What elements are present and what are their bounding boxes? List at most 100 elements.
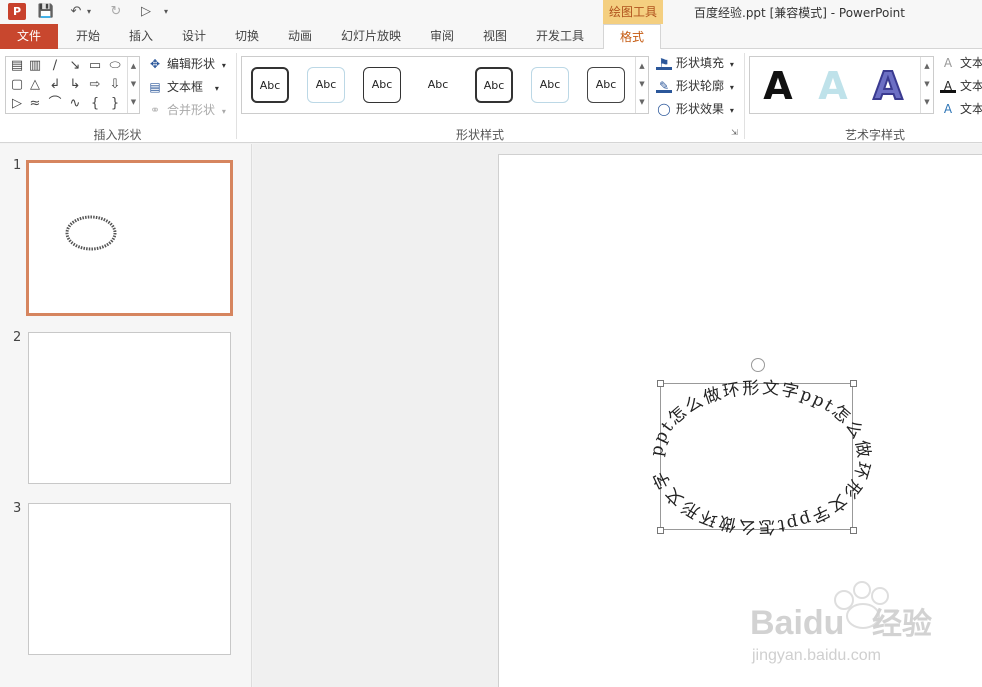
shapes-gallery[interactable]: ▤ ▥ ∕ ↘ ▭ ⬭ ▢ △ ↲ ↳ ⇨ ⇩ ▷ ≈ ⌒ ∿ { } ▲ ▼ …: [5, 56, 140, 114]
save-icon[interactable]: 💾: [36, 2, 56, 22]
text-fill-button[interactable]: A 文本: [940, 53, 982, 73]
start-slideshow-icon[interactable]: ▷: [136, 2, 156, 22]
wordart-styles-gallery[interactable]: A A A ▲ ▼ ▼: [749, 56, 934, 114]
scroll-up-icon[interactable]: ▲: [128, 57, 139, 75]
slide-thumbnail-2[interactable]: [28, 332, 231, 484]
undo-icon[interactable]: ↶: [66, 2, 86, 22]
text-outline-button[interactable]: A 文本: [940, 76, 982, 96]
undo-dropdown-icon[interactable]: ▾: [84, 2, 94, 22]
scroll-down-icon[interactable]: ▼: [128, 75, 139, 93]
scroll-down-icon[interactable]: ▼: [636, 75, 648, 93]
drawing-tools-context-label: 绘图工具: [603, 0, 663, 24]
freeform-shape-icon[interactable]: ▷: [8, 95, 26, 113]
scroll-down-icon[interactable]: ▼: [921, 75, 933, 93]
merge-shapes-icon: ⚭: [149, 103, 161, 117]
triangle-shape-icon[interactable]: △: [26, 76, 44, 94]
text-outline-icon: A: [940, 79, 956, 93]
gallery-more-icon[interactable]: ▼: [636, 93, 648, 111]
ribbon-tabs: 文件 开始 插入 设计 切换 动画 幻灯片放映 审阅 视图 开发工具 格式: [0, 24, 982, 50]
watermark-chinese-text: 经验: [872, 607, 932, 642]
text-fill-icon: A: [943, 56, 953, 70]
right-brace-shape-icon[interactable]: }: [106, 95, 124, 113]
edit-shape-icon: ✥: [149, 57, 161, 71]
watermark-url-text: jingyan.baidu.com: [751, 647, 881, 664]
tab-insert[interactable]: 插入: [116, 24, 166, 49]
rectangle-shape-icon[interactable]: ▭: [86, 57, 104, 75]
down-arrow-shape-icon[interactable]: ⇩: [106, 76, 124, 94]
baidu-jingyan-watermark: Baidu 经验 jingyan.baidu.com: [750, 581, 932, 664]
elbow-arrow-shape-icon[interactable]: ↳: [66, 76, 84, 94]
tab-home[interactable]: 开始: [62, 24, 114, 49]
powerpoint-logo-icon: P: [8, 3, 26, 20]
thumbnail-circular-text: [65, 215, 117, 251]
gallery-more-icon[interactable]: ▼: [921, 93, 933, 111]
left-brace-shape-icon[interactable]: {: [86, 95, 104, 113]
shape-style-preview[interactable]: Abc: [363, 67, 401, 103]
text-outline-label: 文本: [960, 79, 982, 93]
wordart-style-preview[interactable]: A: [758, 64, 798, 108]
tab-animations[interactable]: 动画: [276, 24, 324, 49]
slide-thumbnail-3[interactable]: [28, 503, 231, 655]
group-label-insert-shapes: 插入形状: [93, 128, 142, 142]
vertical-textbox-shape-icon[interactable]: ▥: [26, 57, 44, 75]
dialog-launcher-icon[interactable]: ⇲: [731, 128, 740, 137]
tab-developer[interactable]: 开发工具: [528, 24, 592, 49]
group-divider: [236, 53, 237, 139]
circular-text: ppt怎么做环形文字ppt怎么做环形文字ppt怎么做环形文字: [647, 378, 874, 537]
shape-styles-gallery[interactable]: Abc Abc Abc Abc Abc Abc Abc ▲ ▼ ▼: [241, 56, 649, 114]
svg-text:ppt怎么做环形文字ppt怎么做环形文字ppt怎么做环形文字: ppt怎么做环形文字ppt怎么做环形文字ppt怎么做环形文字: [647, 378, 874, 537]
text-effects-button[interactable]: A 文本: [940, 99, 982, 119]
line-shape-icon[interactable]: ∕: [46, 57, 64, 75]
wordart-style-preview[interactable]: A: [813, 64, 853, 108]
right-arrow-shape-icon[interactable]: ⇨: [86, 76, 104, 94]
tab-file[interactable]: 文件: [0, 24, 58, 49]
scroll-up-icon[interactable]: ▲: [636, 57, 648, 75]
shape-fill-button[interactable]: ⚑ 形状填充 ▾: [656, 53, 734, 73]
text-box-button[interactable]: ▤ 文本框 ▾: [147, 77, 219, 97]
merge-shapes-label: 合并形状: [167, 103, 216, 117]
styles-scroll[interactable]: ▲ ▼ ▼: [635, 57, 648, 113]
chevron-down-icon: ▾: [729, 83, 734, 92]
window-title: 百度经验.ppt [兼容模式] - PowerPoint: [694, 6, 905, 20]
shape-style-preview[interactable]: Abc: [531, 67, 569, 103]
shape-effects-icon: ◯: [657, 102, 671, 116]
gallery-more-icon[interactable]: ▼: [128, 93, 139, 111]
customize-toolbar-icon[interactable]: ▾: [160, 2, 172, 22]
tab-design[interactable]: 设计: [170, 24, 218, 49]
shapes-scroll[interactable]: ▲ ▼ ▼: [127, 57, 139, 113]
shape-effects-button[interactable]: ◯ 形状效果 ▾: [656, 99, 734, 119]
redo-icon[interactable]: ↻: [106, 2, 126, 22]
wordart-scroll[interactable]: ▲ ▼ ▼: [920, 57, 933, 113]
curve-shape-icon[interactable]: ∿: [66, 95, 84, 113]
tab-format[interactable]: 格式: [603, 24, 661, 50]
oval-shape-icon[interactable]: ⬭: [106, 57, 124, 75]
arc-shape-icon[interactable]: ⌒: [46, 95, 64, 113]
tab-transitions[interactable]: 切换: [222, 24, 272, 49]
scribble-shape-icon[interactable]: ≈: [26, 95, 44, 113]
scroll-up-icon[interactable]: ▲: [921, 57, 933, 75]
shape-style-preview[interactable]: Abc: [587, 67, 625, 103]
edit-shape-label: 编辑形状: [167, 57, 216, 71]
shape-style-preview[interactable]: Abc: [307, 67, 345, 103]
slide-thumbnail-1[interactable]: [26, 160, 233, 316]
tab-view[interactable]: 视图: [471, 24, 519, 49]
textbox-shape-icon[interactable]: ▤: [8, 57, 26, 75]
shape-style-preview[interactable]: Abc: [419, 67, 457, 103]
rounded-rectangle-shape-icon[interactable]: ▢: [8, 76, 26, 94]
circular-text-content: ppt怎么做环形文字ppt怎么做环形文字ppt怎么做环形文字: [647, 378, 872, 537]
elbow-connector-shape-icon[interactable]: ↲: [46, 76, 64, 94]
tab-review[interactable]: 审阅: [418, 24, 466, 49]
title-bar: P 💾 ↶ ▾ ↻ ▷ ▾ 绘图工具 百度经验.ppt [兼容模式] - Pow…: [0, 0, 982, 24]
shape-outline-button[interactable]: ✎ 形状轮廓 ▾: [656, 76, 734, 96]
shape-style-preview[interactable]: Abc: [251, 67, 289, 103]
group-divider: [744, 53, 745, 139]
arrow-line-shape-icon[interactable]: ↘: [66, 57, 84, 75]
wordart-style-preview[interactable]: A: [868, 63, 908, 109]
edit-shape-button[interactable]: ✥ 编辑形状 ▾: [147, 54, 226, 74]
shape-style-preview[interactable]: Abc: [475, 67, 513, 103]
tab-slideshow[interactable]: 幻灯片放映: [334, 24, 408, 49]
text-effects-label: 文本: [960, 102, 982, 116]
slide-thumbnails-pane: 1 2 3: [0, 144, 252, 687]
merge-shapes-button[interactable]: ⚭ 合并形状 ▾: [147, 100, 226, 120]
slide-number: 3: [13, 501, 22, 516]
